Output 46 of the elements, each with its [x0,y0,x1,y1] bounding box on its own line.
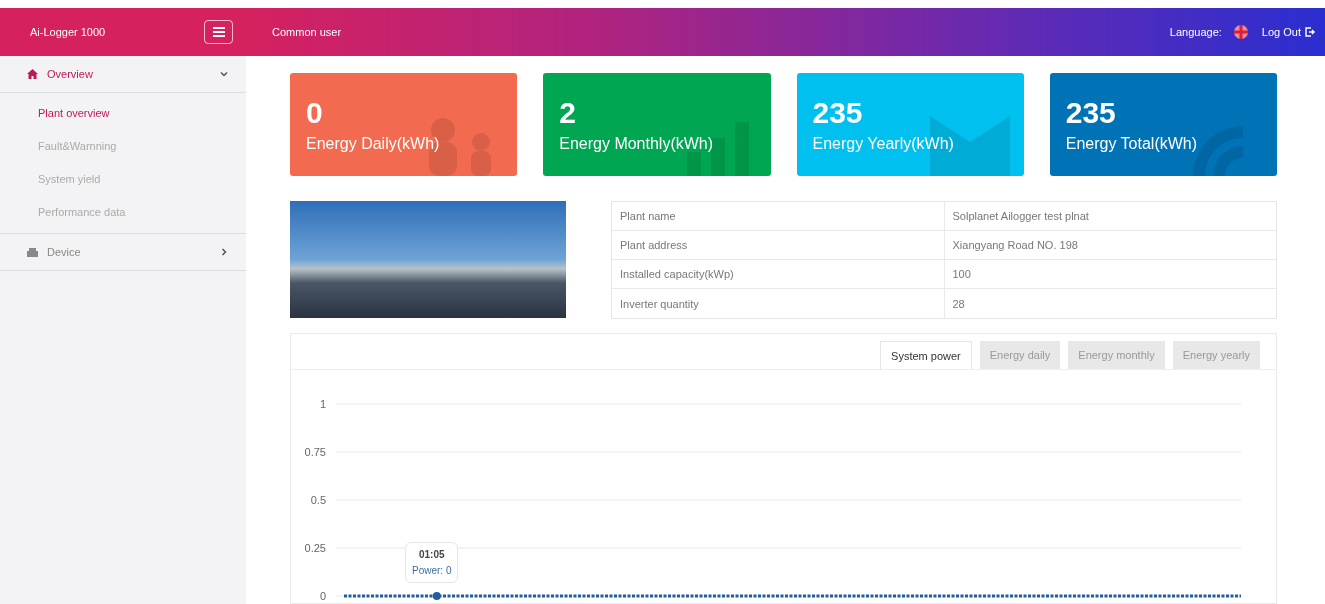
stat-label: Energy Monthly(kWh) [559,135,715,153]
stat-value: 0 [306,95,324,131]
stat-label: Energy Total(kWh) [1065,135,1199,153]
table-cell: Plant address [612,231,945,259]
table-cell: Inverter quantity [612,289,945,318]
tooltip-value: Power: 0 [412,565,452,576]
user-role: Common user [272,26,342,38]
table-cell-text: Xiangyang Road NO. 198 [951,238,1079,253]
stat-label: Energy Yearly(kWh) [812,135,955,153]
y-tick-label: 0.25 [304,542,326,554]
y-tick-label: 0 [319,590,326,602]
caret-icon [220,248,228,256]
table-cell-text: 28 [951,296,966,312]
nav-subitem[interactable]: System yield [0,163,246,196]
table-cell: Installed capacity(kWp) [612,260,945,288]
chart-tab[interactable]: Energy yearly [1172,341,1260,369]
stat-value: 235 [1065,95,1117,131]
nav-subitem[interactable]: Fault&Warnning [0,130,246,163]
logout-link[interactable]: Log Out [1261,26,1315,38]
nav-subitem[interactable]: Performance data [0,196,246,229]
printer-icon [27,247,38,257]
tooltip-time: 01:05 [418,549,445,560]
table-cell: Plant name [612,202,945,230]
nav-item[interactable]: Overview [0,56,246,93]
stat-value: 2 [559,95,577,131]
menu-button[interactable] [204,20,233,44]
y-tick-label: 0.75 [304,446,326,458]
flag-icon[interactable] [1233,25,1248,39]
table-cell-text: 100 [951,267,972,282]
chart-tab[interactable]: System power [880,341,972,369]
chart-tab[interactable]: Energy daily [979,341,1061,369]
nav-item[interactable]: Device [0,234,246,271]
stat-value: 235 [812,95,864,131]
brand-title: Ai-Logger 1000 [30,26,106,38]
y-tick-label: 1 [319,398,326,410]
data-point [432,592,441,600]
language-label: Language: [1169,26,1222,38]
chart-tab[interactable]: Energy monthly [1068,341,1165,369]
home-icon [27,69,38,79]
y-tick-label: 0.5 [310,494,326,506]
caret-icon [220,70,228,78]
menu-icon [212,27,225,37]
table-cell-text: Solplanet Ailogger test plnat [951,209,1090,224]
stat-label: Energy Daily(kWh) [306,135,441,153]
nav-subitem[interactable]: Plant overview [0,97,246,130]
logout-icon [1305,27,1315,37]
